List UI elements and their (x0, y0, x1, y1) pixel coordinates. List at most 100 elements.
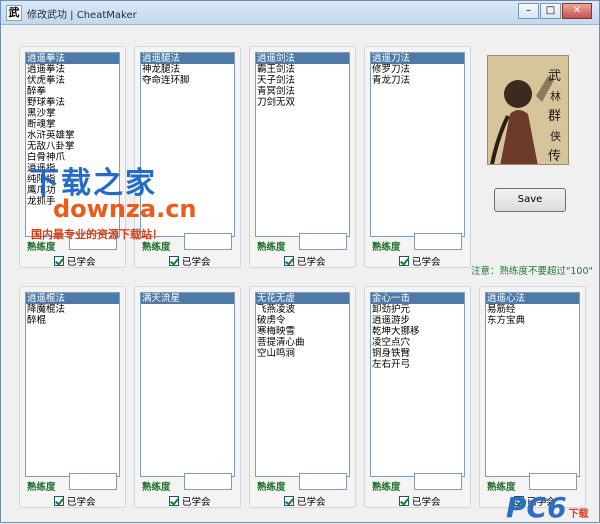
learned-checkbox-row[interactable]: 已学会 (284, 255, 326, 268)
skill-list-item[interactable]: 野球拳法 (26, 97, 119, 108)
skill-list-item[interactable]: 降魔棍法 (26, 304, 119, 315)
learned-label: 已学会 (67, 257, 96, 268)
title-bar[interactable]: 武 修改武功 | CheatMaker – □ ✕ (1, 1, 599, 25)
skill-list-item[interactable]: 逍遥游步 (371, 315, 464, 326)
skill-list-item[interactable]: 水浒英雄掌 (26, 130, 119, 141)
skill-group: 逍遥剑法 霸王剑法 天子剑法 青冥剑法 刀剑无双熟练度 已学会 (249, 46, 356, 268)
learned-checkbox[interactable] (284, 496, 294, 506)
skill-list-item[interactable]: 刀剑无双 (256, 97, 349, 108)
svg-text:武: 武 (548, 69, 561, 84)
learned-checkbox[interactable] (399, 256, 409, 266)
skill-list-item[interactable]: 修罗刀法 (371, 64, 464, 75)
svg-text:林: 林 (550, 89, 561, 103)
proficiency-input[interactable] (69, 473, 117, 490)
skill-list-item[interactable]: 醉棍 (26, 315, 119, 326)
proficiency-note: 注意：熟练度不要超过"100" (471, 266, 593, 277)
learned-label: 已学会 (182, 257, 211, 268)
skill-list-item[interactable]: 东方宝典 (486, 315, 579, 326)
skill-group: 逍遥心法 易筋经 东方宝典 熟练度 已学会 (479, 286, 586, 508)
save-button[interactable]: Save (494, 188, 566, 212)
learned-checkbox[interactable] (399, 496, 409, 506)
skill-list-item[interactable]: 寒梅映雪 (256, 326, 349, 337)
learned-checkbox[interactable] (54, 256, 64, 266)
proficiency-input[interactable] (184, 233, 232, 250)
proficiency-input[interactable] (529, 473, 577, 490)
skill-list-item[interactable]: 逍遥剑法 (256, 53, 349, 64)
skill-group: 满天流星 熟练度 已学会 (134, 286, 241, 508)
skill-list-item[interactable]: 天子剑法 (256, 75, 349, 86)
close-button[interactable]: ✕ (562, 3, 592, 19)
skill-list-item[interactable]: 青冥剑法 (256, 86, 349, 97)
skill-listbox[interactable]: 逍遥剑法 霸王剑法 天子剑法 青冥剑法 刀剑无双 (255, 52, 350, 237)
skill-list-item[interactable]: 飞燕凌波 (256, 304, 349, 315)
watermark-slogan: 国内最专业的资源下载站！ (31, 228, 163, 241)
maximize-button[interactable]: □ (540, 3, 561, 19)
learned-checkbox-row[interactable]: 已学会 (54, 495, 96, 508)
minimize-button[interactable]: – (518, 3, 539, 19)
learned-checkbox-row[interactable]: 已学会 (399, 255, 441, 268)
learned-checkbox[interactable] (54, 496, 64, 506)
skill-listbox[interactable]: 逍遥棍法 降魔棍法 醉棍 (25, 292, 120, 477)
skill-list-item[interactable]: 铜身铁臂 (371, 348, 464, 359)
skill-list-item[interactable]: 逍遥拳法 (26, 53, 119, 64)
learned-label: 已学会 (297, 257, 326, 268)
skill-list-item[interactable]: 逍遥心法 (486, 293, 579, 304)
skill-list-item[interactable]: 逍遥拳法 (26, 64, 119, 75)
skill-list-item[interactable]: 乾坤大挪移 (371, 326, 464, 337)
learned-label: 已学会 (412, 497, 441, 508)
learned-checkbox-row[interactable]: 已学会 (284, 495, 326, 508)
skill-list-item[interactable]: 易筋经 (486, 304, 579, 315)
pc6-text: PC6 (506, 491, 567, 524)
svg-text:群: 群 (548, 109, 561, 124)
skill-list-item[interactable]: 黑沙掌 (26, 108, 119, 119)
proficiency-input[interactable] (184, 473, 232, 490)
skill-list-item[interactable]: 伏虎拳法 (26, 75, 119, 86)
skill-list-item[interactable]: 金心一击 (371, 293, 464, 304)
proficiency-input[interactable] (299, 473, 347, 490)
skill-listbox[interactable]: 无花无虚 飞燕凌波 破虏令 寒梅映雪 菩提清心曲 空山鸣涧 (255, 292, 350, 477)
skill-list-item[interactable]: 破虏令 (256, 315, 349, 326)
skill-listbox[interactable]: 逍遥刀法 修罗刀法 青龙刀法 (370, 52, 465, 237)
skill-list-item[interactable]: 青龙刀法 (371, 75, 464, 86)
skill-list-item[interactable]: 夺命连环脚 (141, 75, 234, 86)
skill-list-item[interactable]: 逍遥腿法 (141, 53, 234, 64)
learned-checkbox-row[interactable]: 已学会 (399, 495, 441, 508)
skill-list-item[interactable]: 醉拳 (26, 86, 119, 97)
skill-list-item[interactable]: 凌空点穴 (371, 337, 464, 348)
skill-group: 逍遥棍法 降魔棍法 醉棍 熟练度 已学会 (19, 286, 126, 508)
proficiency-label: 熟练度 (372, 482, 401, 493)
skill-list-item[interactable]: 神龙腿法 (141, 64, 234, 75)
skill-list-item[interactable]: 逍遥刀法 (371, 53, 464, 64)
skill-list-item[interactable]: 卸劲护元 (371, 304, 464, 315)
skill-listbox[interactable]: 金心一击 卸劲护元 逍遥游步 乾坤大挪移 凌空点穴 铜身铁臂 左右开弓 (370, 292, 465, 477)
proficiency-label: 熟练度 (372, 242, 401, 253)
learned-checkbox-row[interactable]: 已学会 (169, 495, 211, 508)
learned-checkbox-row[interactable]: 已学会 (169, 255, 211, 268)
skill-list-item[interactable]: 满天流星 (141, 293, 234, 304)
learned-label: 已学会 (412, 257, 441, 268)
proficiency-input[interactable] (414, 473, 462, 490)
proficiency-label: 熟练度 (257, 482, 286, 493)
svg-text:侠: 侠 (550, 130, 561, 143)
skill-list-item[interactable]: 无花无虚 (256, 293, 349, 304)
skill-list-item[interactable]: 菩提清心曲 (256, 337, 349, 348)
proficiency-input[interactable] (414, 233, 462, 250)
skill-list-item[interactable]: 无敌八卦掌 (26, 141, 119, 152)
skill-list-item[interactable]: 断魂掌 (26, 119, 119, 130)
skill-list-item[interactable]: 霸王剑法 (256, 64, 349, 75)
watermark-domain: downza.cn (53, 195, 197, 223)
skill-list-item[interactable]: 左右开弓 (371, 359, 464, 370)
proficiency-label: 熟练度 (257, 242, 286, 253)
learned-checkbox[interactable] (169, 256, 179, 266)
proficiency-input[interactable] (299, 233, 347, 250)
learned-checkbox-row[interactable]: 已学会 (54, 255, 96, 268)
skill-list-item[interactable]: 逍遥棍法 (26, 293, 119, 304)
skill-listbox[interactable]: 逍遥心法 易筋经 东方宝典 (485, 292, 580, 477)
learned-checkbox[interactable] (284, 256, 294, 266)
skill-listbox[interactable]: 满天流星 (140, 292, 235, 477)
pc6-sub: 下载 (568, 509, 589, 520)
learned-checkbox[interactable] (169, 496, 179, 506)
skill-list-item[interactable]: 空山鸣涧 (256, 348, 349, 359)
skill-group: 无花无虚 飞燕凌波 破虏令 寒梅映雪 菩提清心曲 空山鸣涧熟练度已学会 (249, 286, 356, 508)
window-title: 修改武功 | CheatMaker (27, 10, 137, 21)
